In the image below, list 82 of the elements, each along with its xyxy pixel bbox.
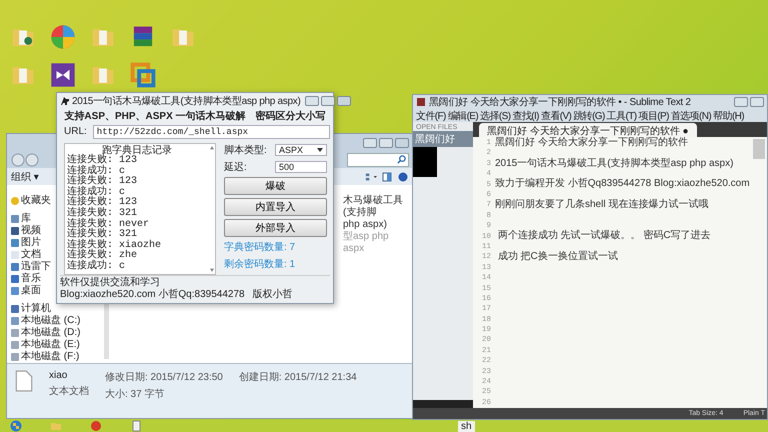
file-tab[interactable]: 黑阔们好 今天给大家分享一下刚刚写的软件 ● — [479, 122, 697, 137]
redaction-block — [413, 147, 437, 177]
code-line: 成功 把C换一换位置试一试 — [496, 252, 618, 263]
view-options-icon[interactable] — [365, 172, 377, 182]
created-date: 创建日期: 2015/7/12 21:34 — [238, 370, 357, 384]
log-line: 连接失败: 321 — [67, 208, 138, 219]
menu-item[interactable]: 文件(F) — [415, 109, 447, 123]
menu-item[interactable]: 跳转(G) — [572, 109, 606, 123]
window-controls-icon[interactable] — [734, 97, 764, 107]
dog-icon — [60, 96, 70, 106]
script-type-label: 脚本类型: — [224, 144, 267, 157]
window-controls-icon[interactable] — [363, 138, 409, 148]
caret-icon — [317, 148, 323, 152]
code-line: 致力于编程开发 小哲Qq839544278 Blog:xiaozhe520.com — [495, 179, 750, 190]
sidebar-item[interactable]: 迅雷下 — [21, 261, 51, 273]
start-icon[interactable] — [10, 420, 22, 432]
log-line: 连接成功: c — [67, 262, 126, 273]
preview-pane-icon[interactable] — [381, 172, 393, 182]
sidebar-item[interactable]: 本地磁盘 (C:) — [21, 315, 80, 327]
open-file-item[interactable]: 黑阔们好 — [413, 131, 473, 147]
sidebar-item[interactable]: 桌面 — [21, 285, 41, 297]
menu-item[interactable]: 查看(V) — [540, 109, 572, 123]
sidebar-item[interactable]: 本地磁盘 (E:) — [21, 339, 80, 351]
sidebar-item[interactable]: 计算机 — [21, 303, 51, 315]
code-line: 两个连接成功 先试一试爆破。。 密码C写了进去 — [496, 231, 711, 242]
menu-item[interactable]: 工具(T) — [606, 109, 638, 123]
search-field[interactable] — [347, 152, 409, 166]
file-name: xiao — [49, 370, 68, 381]
log-line: 连接失败: 123 — [67, 156, 138, 166]
action-button[interactable]: 爆破 — [224, 177, 327, 195]
file-size: 大小: 37 字节 — [105, 388, 166, 401]
case-note: 密码区分大小写 — [256, 110, 326, 123]
status-text: 软件仅提供交流和学习 — [60, 277, 160, 288]
status-text: Blog:xiaozhe520.com 小哲Qq:839544278 — [60, 289, 245, 301]
sidebar-item[interactable]: 图片 — [21, 237, 41, 249]
count-label: 剩余密码数量: 1 — [224, 258, 296, 271]
subtitle: 支持ASP、PHP、ASPX 一句话木马破解 — [64, 110, 246, 123]
url-label: URL: — [64, 126, 87, 137]
menu-item[interactable]: 查找(I) — [511, 109, 540, 123]
ime-input-text[interactable]: sh — [458, 420, 475, 432]
count-label: 字典密码数量: 7 — [224, 240, 296, 254]
menu-item[interactable]: 首选项(N) — [670, 109, 712, 123]
sidebar-item[interactable]: 本地磁盘 (D:) — [21, 327, 80, 339]
menu-item[interactable]: 项目(P) — [638, 109, 670, 123]
pinwheel-icon[interactable] — [50, 24, 76, 50]
delay-field[interactable]: 500 — [275, 161, 327, 173]
sidebar-item[interactable]: 本地磁盘 (F:) — [21, 351, 80, 363]
window-title: 黑阔们好 今天给大家分享一下刚刚写的软件 • - Sublime Text 2 — [429, 96, 691, 109]
infinity-logo-icon[interactable] — [50, 62, 76, 88]
scrollbar[interactable] — [209, 144, 215, 274]
menu-item[interactable]: 编辑(E) — [446, 109, 480, 123]
scrollbar[interactable] — [413, 400, 473, 408]
document-icon — [15, 370, 33, 392]
code-line: 刚刚问朋友要了几条shell 现在连接爆力试一试哦 — [495, 200, 708, 211]
url-field[interactable]: http://52zdc.com/_shell.aspx — [92, 124, 330, 138]
sidebar-item[interactable]: 收藏夹 — [21, 195, 51, 207]
sidebar-item[interactable]: 文档 — [21, 249, 41, 261]
minimap — [753, 138, 765, 159]
app-icon — [416, 97, 426, 107]
sidebar-item[interactable]: 库 — [21, 213, 31, 225]
squares-icon[interactable] — [130, 62, 156, 88]
action-button[interactable]: 内置导入 — [224, 198, 327, 216]
modified-date: 修改日期: 2015/7/12 23:50 — [105, 370, 223, 384]
sidebar-item[interactable]: 音乐 — [21, 273, 41, 285]
library-icon — [11, 305, 19, 313]
window-controls-icon[interactable] — [304, 96, 350, 106]
action-button[interactable]: 外部导入 — [224, 219, 327, 237]
search-icon — [397, 155, 406, 164]
organize-menu[interactable]: 组织 ▾ — [11, 170, 39, 184]
sidebar-item[interactable]: 视频 — [21, 225, 41, 237]
menu-item[interactable]: 选择(S) — [479, 109, 512, 123]
status-text: 版权小哲 — [252, 289, 293, 301]
delay-label: 延迟: — [224, 161, 247, 174]
document-icon[interactable] — [130, 420, 142, 432]
script-type-dropdown[interactable]: ASPX — [275, 144, 327, 156]
log-heading: 跑字典日志记录 — [102, 145, 173, 156]
file-list-item[interactable]: php aspx) — [343, 219, 409, 231]
menu-item[interactable]: 帮助(H) — [712, 109, 746, 123]
file-type: 文本文档 — [49, 384, 89, 398]
window-title: 2015一句话木马爆破工具(支持脚本类型asp php aspx) — [72, 94, 300, 108]
code-line: 2015一句话木马爆破工具(支持脚本类型asp php aspx) — [495, 158, 734, 170]
code-line: 黑阔们好 今天给大家分享一下刚刚写的软件 — [495, 138, 688, 148]
